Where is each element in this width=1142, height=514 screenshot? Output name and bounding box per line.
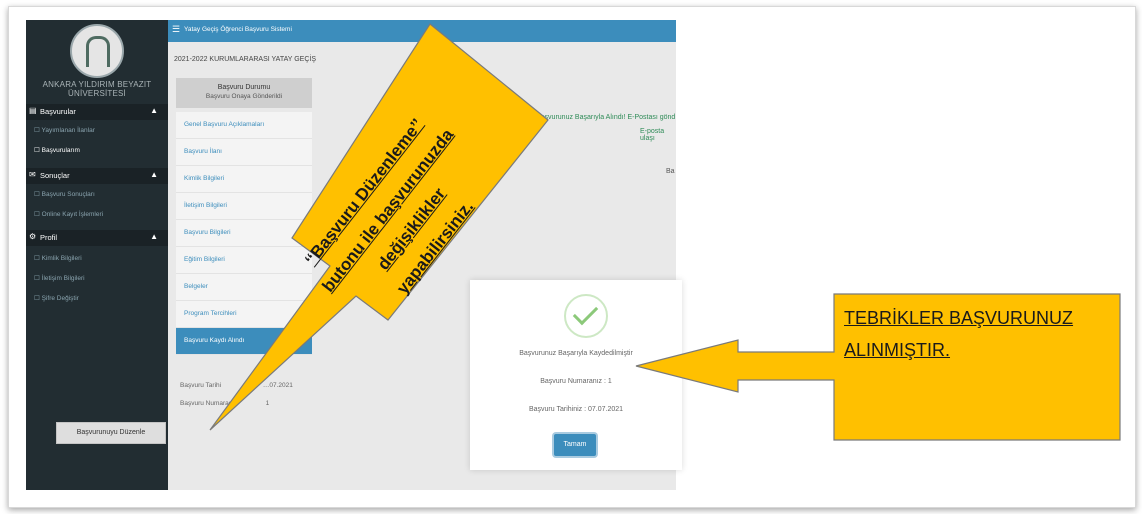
congrats-callout-text: TEBRİKLER BAŞVURUNUZ ALINMIŞTIR. — [844, 308, 1074, 360]
callout-arrows — [209, 23, 1121, 441]
